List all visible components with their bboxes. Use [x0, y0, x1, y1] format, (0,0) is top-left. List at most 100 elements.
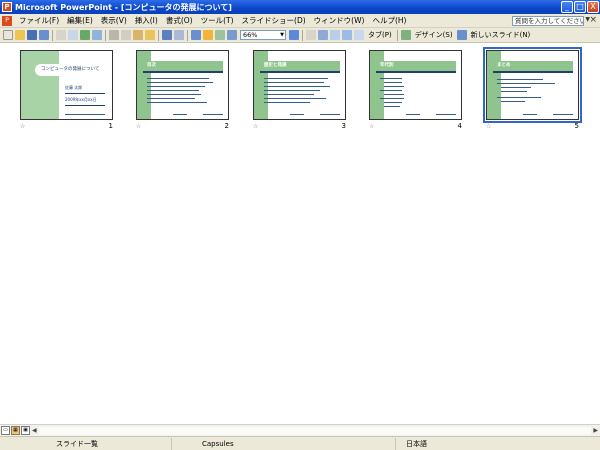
transition-icon[interactable]: ☆	[136, 123, 141, 130]
slide-sorter-view-button[interactable]: ▦	[11, 426, 20, 435]
slide-accent-block	[21, 51, 59, 119]
print-preview-icon[interactable]	[68, 30, 78, 40]
document-icon[interactable]: P	[2, 15, 12, 26]
slide-subtitle: 佐藤 太郎	[65, 85, 83, 90]
bullet-line	[384, 106, 400, 107]
bullet-line	[384, 102, 402, 103]
slide-thumbnail-1[interactable]: コンピュータの発展について 佐藤 太郎 2009年xx月xx日	[20, 50, 113, 120]
research-icon[interactable]	[92, 30, 102, 40]
slide-footer-rule	[436, 114, 456, 115]
new-slide-button[interactable]: 新しいスライド(N)	[471, 30, 531, 40]
menu-view[interactable]: 表示(V)	[97, 14, 131, 28]
copy-icon[interactable]	[121, 30, 131, 40]
format-painter-icon[interactable]	[145, 30, 155, 40]
menu-tools[interactable]: ツール(T)	[197, 14, 238, 28]
bullet-line	[501, 91, 527, 92]
zoom-select[interactable]: 66%	[240, 30, 286, 40]
slide-title: 年代別	[380, 63, 394, 68]
horizontal-scrollbar[interactable]: ▭ ▦ ▣ ◀ ▶	[0, 424, 600, 436]
speaker-notes-icon[interactable]	[354, 30, 364, 40]
menu-insert[interactable]: 挿入(I)	[131, 14, 162, 28]
bullet-line	[264, 94, 314, 95]
save-icon[interactable]	[27, 30, 37, 40]
transition-icon[interactable]: ☆	[20, 123, 25, 130]
show-formatting-icon[interactable]	[306, 30, 316, 40]
window-title: Microsoft PowerPoint - [コンピュータの発展について]	[15, 2, 232, 12]
menu-slideshow[interactable]: スライドショー(D)	[238, 14, 310, 28]
bullet-line	[501, 101, 525, 102]
open-icon[interactable]	[15, 30, 25, 40]
slide-footer-rule	[320, 114, 340, 115]
menu-bar: P ファイル(F) 編集(E) 表示(V) 挿入(I) 書式(O) ツール(T)…	[0, 14, 600, 28]
transition-icon[interactable]: ☆	[486, 123, 491, 130]
menu-window[interactable]: ウィンドウ(W)	[310, 14, 369, 28]
permission-icon[interactable]	[39, 30, 49, 40]
spelling-icon[interactable]	[80, 30, 90, 40]
minimize-button[interactable]: _	[561, 1, 573, 13]
scroll-left-icon[interactable]: ◀	[32, 427, 37, 434]
normal-view-button[interactable]: ▭	[1, 426, 10, 435]
powerpoint-app-icon[interactable]: P	[2, 2, 12, 12]
bullet-line	[264, 82, 324, 83]
rehearse-timings-icon[interactable]	[330, 30, 340, 40]
bullet-line	[147, 98, 195, 99]
menu-format[interactable]: 書式(O)	[162, 14, 197, 28]
slide-number: 3	[341, 122, 346, 130]
bullet-line	[147, 86, 205, 87]
bullet-line	[384, 86, 404, 87]
bullet-line	[147, 78, 209, 79]
slide-title: コンピュータの発展について	[35, 64, 105, 76]
bullet-line	[147, 102, 207, 103]
color-grayscale-icon[interactable]	[227, 30, 237, 40]
slide-meta: ☆ 3	[253, 122, 346, 134]
help-icon[interactable]	[289, 30, 299, 40]
insert-chart-icon[interactable]	[191, 30, 201, 40]
bullet-line	[497, 79, 543, 80]
bullet-line	[501, 87, 531, 88]
redo-icon[interactable]	[174, 30, 184, 40]
summary-slide-icon[interactable]	[342, 30, 352, 40]
transition-icon[interactable]: ☆	[253, 123, 258, 130]
insert-table-icon[interactable]	[203, 30, 213, 40]
bullet-line	[147, 82, 213, 83]
tabs-label[interactable]: タブ(P)	[368, 30, 392, 40]
help-question-input[interactable]: 質問を入力してください	[512, 16, 584, 26]
slideshow-view-button[interactable]: ▣	[21, 426, 30, 435]
hide-slide-icon[interactable]	[318, 30, 328, 40]
undo-icon[interactable]	[162, 30, 172, 40]
scroll-track[interactable]	[38, 426, 592, 435]
toolbar-separator	[302, 29, 303, 41]
menu-help[interactable]: ヘルプ(H)	[368, 14, 410, 28]
design-icon[interactable]	[400, 30, 411, 40]
scroll-right-icon[interactable]: ▶	[593, 427, 598, 434]
slide-thumbnail-2[interactable]: 目次	[136, 50, 229, 120]
new-slide-icon[interactable]	[456, 30, 467, 40]
slide-thumbnail-3[interactable]: 歴史と発展	[253, 50, 346, 120]
design-button[interactable]: デザイン(S)	[415, 30, 453, 40]
cut-icon[interactable]	[109, 30, 119, 40]
maximize-button[interactable]: □	[574, 1, 586, 13]
bullet-line	[264, 98, 326, 99]
slide-footer-rule	[553, 114, 573, 115]
slide-thumbnail-wrapper: まとめ ☆ 5	[483, 47, 582, 134]
tables-borders-icon[interactable]	[215, 30, 225, 40]
bullet-line	[147, 90, 199, 91]
print-icon[interactable]	[56, 30, 66, 40]
menu-edit[interactable]: 編集(E)	[63, 14, 97, 28]
menu-file[interactable]: ファイル(F)	[15, 14, 63, 28]
toolbar-separator	[396, 29, 398, 41]
slide-thumbnail-4[interactable]: 年代別	[369, 50, 462, 120]
slide-meta: ☆ 4	[369, 122, 462, 134]
slide-thumbnail-5[interactable]: まとめ	[483, 47, 582, 123]
bullet-line	[264, 86, 330, 87]
transition-icon[interactable]: ☆	[369, 123, 374, 130]
paste-icon[interactable]	[133, 30, 143, 40]
new-icon[interactable]	[3, 30, 13, 40]
slide-sorter-pane[interactable]: コンピュータの発展について 佐藤 太郎 2009年xx月xx日 ☆ 1 目次 ☆…	[0, 43, 600, 424]
close-button[interactable]: X	[587, 1, 599, 13]
title-bar[interactable]: P Microsoft PowerPoint - [コンピュータの発展について]…	[0, 0, 600, 14]
slide-rule	[65, 105, 105, 106]
standard-toolbar: 66% タブ(P) デザイン(S) 新しいスライド(N)	[0, 28, 600, 43]
toolbar-separator	[105, 29, 106, 41]
document-close-button[interactable]: ×	[589, 15, 597, 25]
